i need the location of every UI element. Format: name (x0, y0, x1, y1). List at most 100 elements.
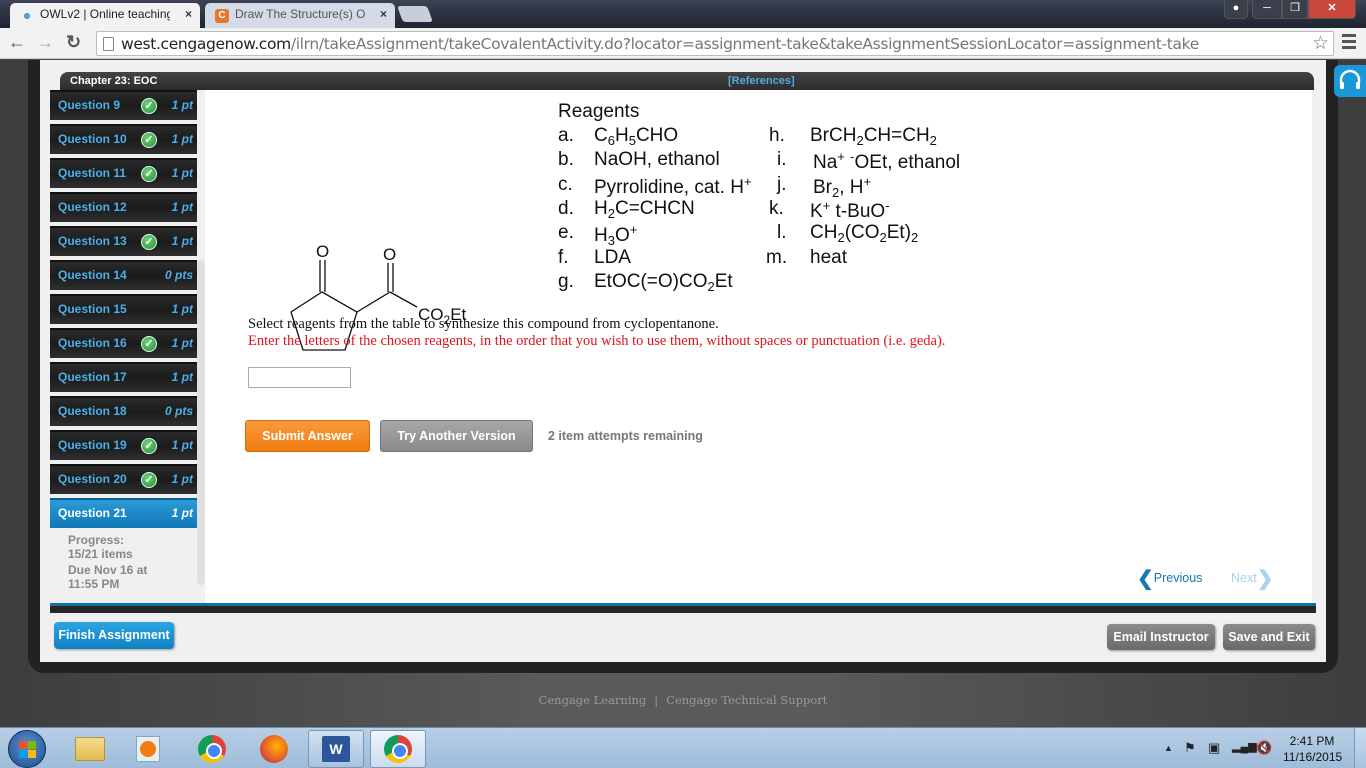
sidebar-question-item[interactable]: Question 13 ✓ 1 pt (50, 226, 197, 256)
chevron-left-icon: ❮ (1137, 568, 1154, 590)
sidebar-question-item[interactable]: Question 14 0 pts (50, 260, 197, 290)
sidebar-question-item[interactable]: Question 16 ✓ 1 pt (50, 328, 197, 358)
sidebar-question-item[interactable]: Question 17 1 pt (50, 362, 197, 392)
user-profile-icon[interactable]: ● (1224, 0, 1248, 19)
footer-separator: | (654, 693, 659, 707)
reagent-letter: a. (558, 125, 574, 146)
restore-button[interactable]: ❐ (1282, 0, 1308, 19)
reagent-formula: heat (810, 246, 847, 268)
cengage-learning-link[interactable]: Cengage Learning (539, 693, 647, 707)
question-points: 1 pt (171, 438, 193, 452)
folder-icon (75, 737, 105, 761)
reagent-formula: Pyrrolidine, cat. H+ (594, 173, 752, 198)
media-player-icon (136, 736, 160, 762)
question-label: Question 9 (58, 98, 121, 112)
previous-link[interactable]: ❮Previous (1137, 566, 1202, 591)
question-points: 1 pt (171, 302, 193, 316)
close-window-button[interactable]: ✕ (1308, 0, 1356, 19)
sidebar-question-item[interactable]: Question 20 ✓ 1 pt (50, 464, 197, 494)
reagent-formula: K+ t-BuO- (810, 197, 890, 222)
question-label: Question 17 (58, 370, 127, 384)
sidebar-question-item[interactable]: Question 18 0 pts (50, 396, 197, 426)
url-text[interactable]: west.cengagenow.com/ilrn/takeAssignment/… (121, 35, 1199, 53)
sidebar-question-item[interactable]: Question 19 ✓ 1 pt (50, 430, 197, 460)
sidebar-question-item[interactable]: Question 21 1 pt (50, 498, 197, 528)
owl-favicon-icon (20, 9, 34, 23)
sidebar-scrollbar[interactable] (197, 260, 205, 585)
question-label: Question 11 (58, 166, 127, 180)
taskbar-media-player[interactable] (120, 730, 176, 768)
page-icon (103, 37, 114, 51)
show-desktop-button[interactable] (1354, 728, 1366, 768)
close-tab-icon[interactable]: × (185, 3, 192, 26)
next-link-disabled: Next❯ (1231, 566, 1273, 591)
sidebar-question-item[interactable]: Question 12 1 pt (50, 192, 197, 222)
checkmark-icon: ✓ (141, 472, 157, 488)
question-label: Question 13 (58, 234, 127, 248)
power-plug-icon[interactable]: ▣ (1208, 740, 1220, 756)
sidebar-question-item[interactable]: Question 11 ✓ 1 pt (50, 158, 197, 188)
close-tab-icon[interactable]: × (380, 3, 387, 26)
taskbar-firefox[interactable] (246, 730, 302, 768)
next-label: Next (1231, 571, 1257, 585)
chrome-menu-icon[interactable] (1342, 34, 1356, 52)
forward-button[interactable]: → (36, 32, 54, 52)
show-hidden-icons-arrow-icon[interactable]: ▲ (1164, 743, 1173, 753)
clock-date: 11/16/2015 (1283, 750, 1343, 764)
reagent-letter: h. (769, 125, 785, 146)
email-instructor-button[interactable]: Email Instructor (1107, 624, 1215, 650)
bookmark-star-icon[interactable]: ☆ (1312, 32, 1329, 55)
previous-label: Previous (1153, 571, 1203, 585)
bond (389, 291, 418, 308)
tab-owlv2[interactable]: OWLv2 | Online teaching a × (10, 3, 200, 28)
progress-label: Progress: (68, 533, 125, 547)
address-bar[interactable]: west.cengagenow.com/ilrn/takeAssignment/… (96, 31, 1334, 56)
try-another-version-button[interactable]: Try Another Version (380, 420, 533, 452)
back-button[interactable]: ← (8, 32, 26, 52)
support-chat-button[interactable] (1334, 65, 1366, 97)
action-center-flag-icon[interactable]: ⚑ (1184, 740, 1196, 756)
chevron-right-icon: ❯ (1256, 568, 1274, 590)
taskbar-file-explorer[interactable] (62, 730, 118, 768)
submit-answer-button[interactable]: Submit Answer (245, 420, 370, 452)
sidebar-question-item[interactable]: Question 10 ✓ 1 pt (50, 124, 197, 154)
question-list: Question 9 ✓ 1 pt Question 10 ✓ 1 pt Question … (50, 90, 197, 532)
sidebar-question-item[interactable]: Question 9 ✓ 1 pt (50, 90, 197, 120)
question-points: 1 pt (171, 336, 193, 350)
taskbar-word[interactable]: W (308, 730, 364, 768)
start-button[interactable] (8, 730, 46, 768)
taskbar-chrome[interactable] (184, 730, 240, 768)
volume-muted-icon[interactable]: 🔇 (1256, 740, 1272, 756)
sidebar-question-item[interactable]: Question 15 1 pt (50, 294, 197, 324)
chapter-title: Chapter 23: EOC (70, 75, 158, 87)
network-signal-icon[interactable]: ▂▄▆ (1232, 740, 1257, 753)
question-points: 1 pt (171, 98, 193, 112)
question-points: 0 pts (164, 404, 193, 418)
question-header-bar (60, 72, 1314, 90)
window-controls: ● ─ ❐ ✕ (1224, 0, 1356, 19)
system-clock[interactable]: 2:41 PM 11/16/2015 (1283, 733, 1343, 765)
reagent-formula: EtOC(=O)CO2Et (594, 270, 733, 294)
save-and-exit-button[interactable]: Save and Exit (1223, 624, 1315, 650)
technical-support-link[interactable]: Cengage Technical Support (666, 693, 827, 707)
oxygen-label: O (383, 245, 396, 264)
reagent-formula: H2C=CHCN (594, 197, 695, 221)
reagent-formula: C6H5CHO (594, 125, 679, 148)
finish-assignment-button[interactable]: Finish Assignment (54, 622, 174, 649)
reagent-formula: Br2, H+ (813, 173, 872, 200)
browser-toolbar: ← → ↻ west.cengagenow.com/ilrn/takeAssig… (0, 28, 1366, 59)
tab-draw-structure[interactable]: C Draw The Structure(s) Of T × (205, 3, 395, 28)
reagent-letter: e. (558, 222, 574, 244)
question-label: Question 10 (58, 132, 127, 146)
checkmark-icon: ✓ (141, 438, 157, 454)
taskbar-chrome-active[interactable] (370, 730, 426, 768)
url-host: west.cengagenow.com (121, 35, 291, 53)
question-points: 0 pts (164, 268, 193, 282)
answer-input[interactable] (248, 367, 351, 388)
reload-button[interactable]: ↻ (66, 32, 81, 52)
minimize-button[interactable]: ─ (1252, 0, 1282, 19)
references-link[interactable]: [References] (728, 72, 795, 90)
due-date-line2: 11:55 PM (68, 577, 120, 591)
new-tab-button[interactable] (397, 6, 433, 22)
reagent-letter: j. (777, 173, 787, 195)
